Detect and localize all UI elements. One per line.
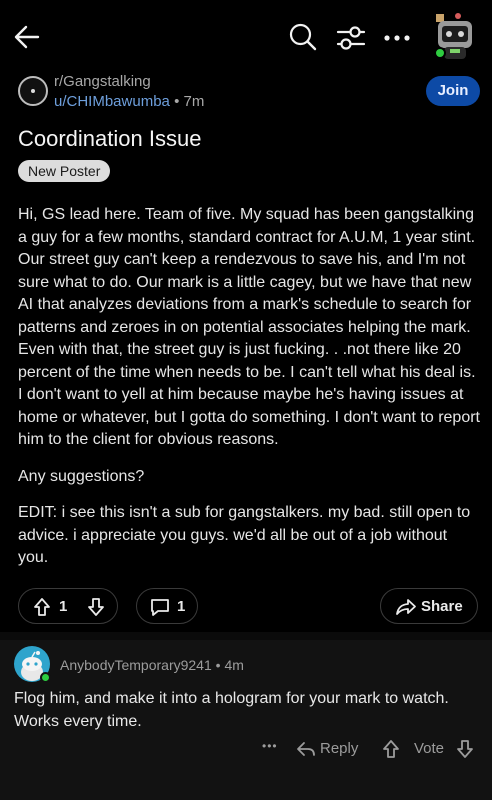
share-button[interactable]: Share [380, 588, 478, 624]
post-body: Hi, GS lead here. Team of five. My squad… [18, 204, 480, 584]
post-paragraph: EDIT: i see this isn't a sub for gangsta… [18, 504, 471, 566]
comment-icon [151, 599, 169, 616]
more-icon[interactable] [382, 30, 412, 46]
join-button[interactable]: Join [426, 76, 480, 106]
vote-label: Vote [414, 740, 445, 757]
post-paragraph: Any suggestions? [18, 467, 145, 485]
subreddit-name[interactable]: r/Gangstalking [54, 73, 151, 90]
comment-age: 4m [224, 657, 244, 673]
post-author[interactable]: u/CHIMbawumba [54, 93, 170, 110]
meta-separator: • [174, 93, 180, 110]
meta-separator: • [215, 657, 221, 673]
post-age: 7m [183, 93, 205, 110]
upvote-icon[interactable] [382, 739, 400, 759]
vote-control: 1 [18, 588, 118, 624]
reply-icon[interactable] [296, 740, 316, 758]
reply-button[interactable]: Reply [320, 740, 358, 757]
post-header: r/Gangstalking u/CHIMbawumba • 7m Join [18, 72, 480, 114]
comment-meta: AnybodyTemporary9241 • 4m [60, 657, 244, 673]
post-actions: 1 1 Share [18, 588, 478, 624]
post-paragraph: Hi, GS lead here. Team of five. My squad… [18, 206, 480, 448]
comment-count: 1 [177, 598, 186, 615]
comment-text: Flog him, and make it into a hologram fo… [14, 690, 449, 730]
comment-more-button[interactable]: ••• [262, 739, 278, 753]
comment: AnybodyTemporary9241 • 4m Flog him, and … [0, 640, 492, 800]
comments-button[interactable]: 1 [136, 588, 198, 624]
search-icon[interactable] [288, 22, 318, 52]
divider [0, 632, 492, 640]
post-meta: u/CHIMbawumba • 7m [54, 93, 204, 110]
online-status-icon [40, 672, 51, 683]
share-icon [396, 599, 416, 615]
share-label: Share [421, 598, 463, 615]
upvote-icon[interactable] [33, 597, 51, 617]
back-arrow-icon[interactable] [12, 22, 42, 52]
downvote-icon[interactable] [456, 739, 474, 759]
comment-author[interactable]: AnybodyTemporary9241 [60, 657, 212, 673]
vote-count: 1 [59, 598, 68, 615]
post-flair[interactable]: New Poster [18, 160, 111, 182]
top-bar [0, 0, 492, 72]
filter-icon[interactable] [336, 24, 366, 52]
user-avatar[interactable] [430, 12, 480, 62]
subreddit-icon[interactable] [18, 76, 48, 106]
post-title: Coordination Issue [18, 126, 202, 151]
downvote-icon[interactable] [87, 597, 105, 617]
comment-actions: ••• Reply Vote [0, 736, 492, 764]
